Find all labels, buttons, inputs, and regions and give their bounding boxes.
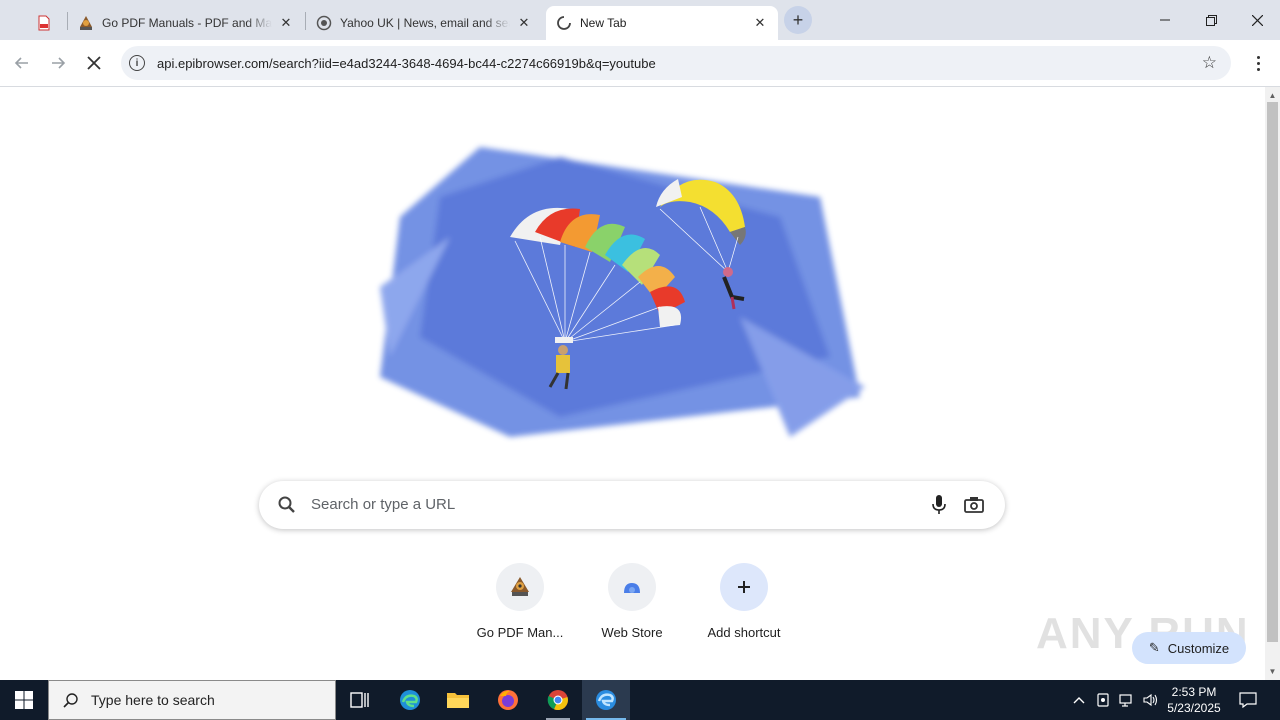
windows-taskbar: Type here to search 2:53 PM 5/23/2025 (0, 680, 1280, 720)
clock-time: 2:53 PM (1171, 685, 1217, 699)
tab-pdf[interactable] (26, 6, 66, 40)
taskbar-edge-button[interactable] (386, 680, 434, 720)
arrow-left-icon (14, 57, 28, 69)
chevron-up-icon (1073, 697, 1085, 704)
minimize-button[interactable] (1142, 0, 1188, 40)
device-icon (1097, 693, 1109, 707)
url-text[interactable]: api.epibrowser.com/search?iid=e4ad3244-3… (157, 56, 656, 71)
restore-button[interactable] (1188, 0, 1234, 40)
parachute-doodle-image (380, 147, 865, 437)
tab-yahoo[interactable]: Yahoo UK | News, email and search ✕ (306, 6, 542, 40)
back-button[interactable] (8, 49, 36, 77)
scroll-up-arrow-icon[interactable]: ▲ (1268, 91, 1277, 100)
clock-date: 5/23/2025 (1167, 701, 1221, 715)
start-button[interactable] (0, 680, 48, 720)
microphone-icon[interactable] (929, 494, 949, 516)
browser-menu-button[interactable] (1246, 51, 1270, 75)
new-tab-button[interactable]: + (784, 6, 812, 34)
customize-button[interactable]: ✎ Customize (1132, 632, 1246, 664)
shortcut-web-store[interactable]: Web Store (576, 563, 688, 640)
taskbar-firefox-button[interactable] (484, 680, 532, 720)
windows-logo-icon (15, 691, 33, 709)
gopdf-favicon (78, 15, 94, 31)
add-shortcut-button[interactable]: Add shortcut (688, 563, 800, 640)
shortcut-go-pdf-manuals[interactable]: Go PDF Man... (464, 563, 576, 640)
tab-title: Yahoo UK | News, email and search (340, 16, 510, 30)
restore-icon (1205, 14, 1217, 26)
close-icon (87, 56, 101, 70)
tab-title: Go PDF Manuals - PDF and Manuals (102, 16, 272, 30)
taskbar-clock[interactable]: 2:53 PM 5/23/2025 (1160, 684, 1228, 716)
yahoo-favicon (316, 15, 332, 31)
folder-icon (447, 693, 469, 708)
search-icon (63, 693, 78, 708)
taskbar-chrome-button[interactable] (534, 680, 582, 720)
pdf-icon (36, 15, 52, 31)
task-view-icon (350, 692, 369, 708)
info-icon[interactable]: i (129, 55, 145, 71)
action-center-button[interactable] (1234, 680, 1262, 720)
forward-button[interactable] (44, 49, 72, 77)
arrow-right-icon (52, 57, 66, 69)
camera-icon[interactable] (963, 495, 985, 515)
tab-title: New Tab (580, 16, 627, 30)
plus-icon: + (792, 9, 804, 30)
close-icon[interactable]: ✕ (516, 15, 532, 31)
customize-label: Customize (1167, 640, 1230, 656)
shortcut-icon-circle (496, 563, 544, 611)
browser-toolbar: i api.epibrowser.com/search?iid=e4ad3244… (0, 40, 1280, 87)
network-icon (1119, 694, 1132, 707)
speaker-icon (1143, 693, 1158, 707)
minimize-icon (1160, 19, 1170, 21)
tab-strip: Go PDF Manuals - PDF and Manuals ✕ Yahoo… (0, 0, 1280, 40)
shortcut-icon-circle (608, 563, 656, 611)
shortcut-label: Go PDF Man... (476, 625, 564, 640)
tray-device-icon-button[interactable] (1092, 680, 1114, 720)
shortcut-label: Add shortcut (707, 625, 781, 640)
loading-spinner-icon (556, 15, 572, 31)
stop-loading-button[interactable] (80, 49, 108, 77)
notification-icon (1239, 692, 1257, 708)
task-view-button[interactable] (336, 680, 384, 720)
browser-app-icon (596, 690, 616, 710)
taskbar-search-box[interactable]: Type here to search (48, 680, 336, 720)
tab-new-tab[interactable]: New Tab ✕ (546, 6, 778, 40)
scroll-down-arrow-icon[interactable]: ▼ (1268, 667, 1277, 676)
gopdf-favicon (511, 577, 529, 596)
network-button[interactable] (1116, 680, 1138, 720)
volume-button[interactable] (1140, 680, 1162, 720)
plus-icon (738, 581, 750, 593)
ntp-search-box[interactable]: Search or type a URL (259, 481, 1005, 529)
show-hidden-icons-button[interactable] (1068, 680, 1090, 720)
taskbar-epibrowser-button[interactable] (582, 680, 630, 720)
new-tab-page: Search or type a URL Go PDF Man... Web S… (0, 87, 1265, 680)
close-icon (1251, 14, 1263, 26)
firefox-icon (498, 690, 518, 710)
taskbar-file-explorer-button[interactable] (434, 680, 482, 720)
pencil-icon: ✎ (1148, 640, 1160, 655)
taskbar-search-placeholder[interactable]: Type here to search (91, 692, 215, 708)
web-store-icon (624, 583, 640, 593)
shortcut-label: Web Store (601, 625, 663, 640)
address-bar[interactable]: i api.epibrowser.com/search?iid=e4ad3244… (121, 46, 1231, 80)
close-icon[interactable]: ✕ (278, 15, 294, 31)
bookmark-star-icon[interactable]: ☆ (1202, 53, 1217, 73)
scrollbar-thumb[interactable] (1267, 102, 1278, 642)
close-window-button[interactable] (1234, 0, 1280, 40)
page-scrollbar[interactable]: ▲ ▼ (1265, 87, 1280, 680)
shortcut-icon-circle (720, 563, 768, 611)
close-icon[interactable]: ✕ (752, 15, 768, 31)
search-placeholder[interactable]: Search or type a URL (311, 496, 455, 513)
edge-icon (400, 690, 420, 710)
tab-go-pdf-manuals[interactable]: Go PDF Manuals - PDF and Manuals ✕ (68, 6, 304, 40)
chrome-icon (547, 690, 568, 711)
search-icon (278, 496, 295, 513)
